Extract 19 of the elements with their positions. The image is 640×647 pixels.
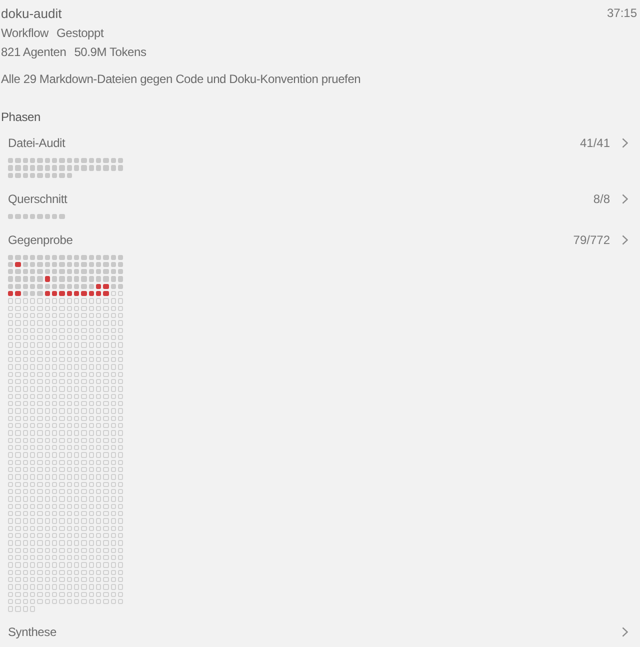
workflow-status-label: Gestoppt bbox=[56, 24, 104, 42]
token-count-label: 50.9M Tokens bbox=[74, 44, 146, 61]
chevron-right-icon[interactable] bbox=[622, 234, 628, 244]
workflow-type-label: Workflow bbox=[1, 24, 49, 42]
phase-count: 41/41 bbox=[580, 136, 610, 150]
workflow-description: Alle 29 Markdown-Dateien gegen Code und Doku-Konvention pruefen bbox=[1, 71, 361, 88]
phase-count: 8/8 bbox=[593, 192, 610, 206]
chevron-right-icon[interactable] bbox=[622, 138, 628, 148]
workflow-title: doku-audit bbox=[1, 5, 62, 23]
phase-title: Gegenprobe bbox=[8, 232, 74, 246]
chevron-right-icon[interactable] bbox=[622, 194, 628, 204]
phases-heading: Phasen bbox=[1, 109, 40, 126]
phase-count: 79/772 bbox=[573, 232, 610, 246]
phase-title: Querschnitt bbox=[8, 192, 68, 206]
phase-title: Datei-Audit bbox=[8, 136, 66, 150]
phase-title: Synthese bbox=[8, 625, 58, 640]
chevron-right-icon[interactable] bbox=[622, 627, 628, 638]
elapsed-time: 37:15 bbox=[606, 5, 637, 22]
agent-count-label: 821 Agenten bbox=[1, 44, 66, 61]
